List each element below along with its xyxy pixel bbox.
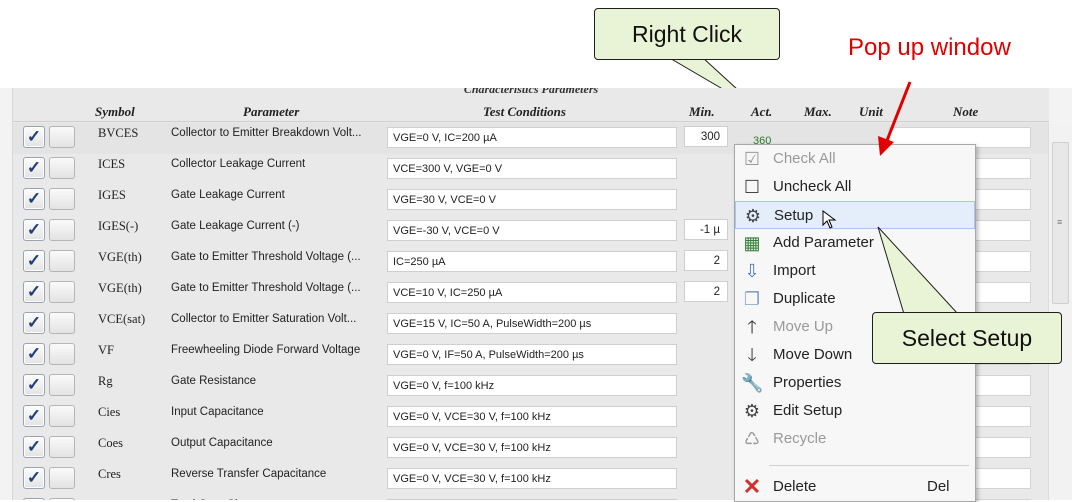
popup-window-label: Pop up window <box>848 34 1011 61</box>
right-click-callout: Right Click <box>594 8 780 60</box>
select-setup-callout: Select Setup <box>872 312 1062 364</box>
select-setup-callout-tail <box>877 226 960 315</box>
popup-arrow-line <box>884 81 912 144</box>
popup-arrow-head <box>878 136 894 156</box>
select-setup-tail-overlay <box>877 81 960 315</box>
